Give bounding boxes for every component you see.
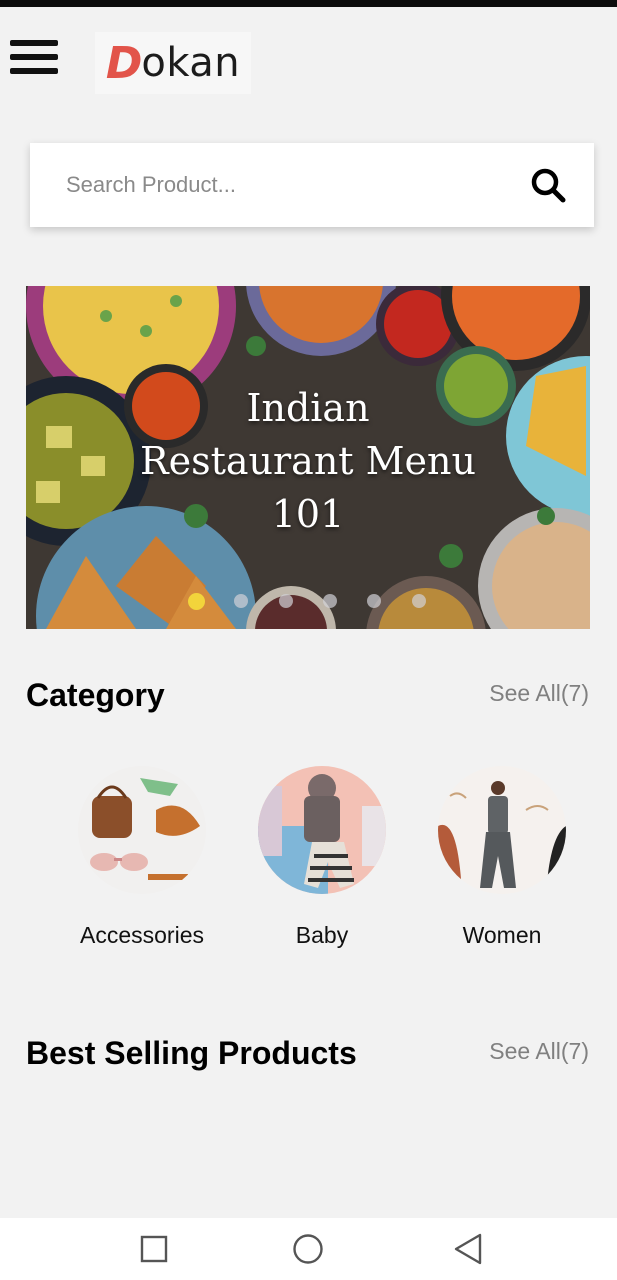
category-item-baby[interactable]: Baby bbox=[232, 766, 412, 949]
best-selling-title: Best Selling Products bbox=[26, 1035, 357, 1071]
category-title: Category bbox=[26, 677, 165, 713]
app-logo: Dokan bbox=[95, 32, 251, 94]
category-label: Baby bbox=[295, 922, 349, 948]
carousel-dot-1[interactable] bbox=[188, 593, 205, 610]
category-item-accessories[interactable]: Accessories bbox=[52, 766, 232, 949]
search-icon[interactable] bbox=[528, 165, 568, 205]
category-label: Accessories bbox=[80, 922, 204, 948]
menu-icon[interactable] bbox=[10, 40, 58, 74]
carousel-dot-2[interactable] bbox=[234, 594, 248, 608]
triangle-back-icon bbox=[454, 1233, 482, 1265]
system-navigation-bar bbox=[0, 1218, 617, 1280]
category-label: Women bbox=[462, 922, 542, 948]
carousel-dot-6[interactable] bbox=[412, 594, 426, 608]
banner-title: Indian Restaurant Menu 101 bbox=[140, 386, 476, 536]
best-selling-see-all-link[interactable]: See All(7) bbox=[489, 1038, 589, 1065]
logo-initial: D bbox=[105, 37, 143, 89]
carousel-dot-3[interactable] bbox=[279, 594, 293, 608]
logo-text: okan bbox=[141, 40, 241, 86]
baby-clothes-image bbox=[258, 766, 386, 894]
women-fashion-image bbox=[438, 766, 566, 894]
carousel-dot-4[interactable] bbox=[323, 594, 337, 608]
home-button[interactable] bbox=[268, 1218, 348, 1280]
carousel-dot-5[interactable] bbox=[367, 594, 381, 608]
back-button[interactable] bbox=[428, 1218, 508, 1280]
square-icon bbox=[140, 1235, 168, 1263]
search-bar bbox=[30, 143, 594, 227]
promo-banner[interactable]: Indian Restaurant Menu 101 bbox=[26, 286, 590, 629]
accessories-image bbox=[78, 766, 206, 894]
category-see-all-link[interactable]: See All(7) bbox=[489, 680, 589, 707]
search-input[interactable] bbox=[30, 172, 528, 198]
circle-icon bbox=[293, 1234, 323, 1264]
status-bar bbox=[0, 0, 617, 7]
category-item-women[interactable]: Women bbox=[412, 766, 592, 949]
recent-apps-button[interactable] bbox=[114, 1218, 194, 1280]
